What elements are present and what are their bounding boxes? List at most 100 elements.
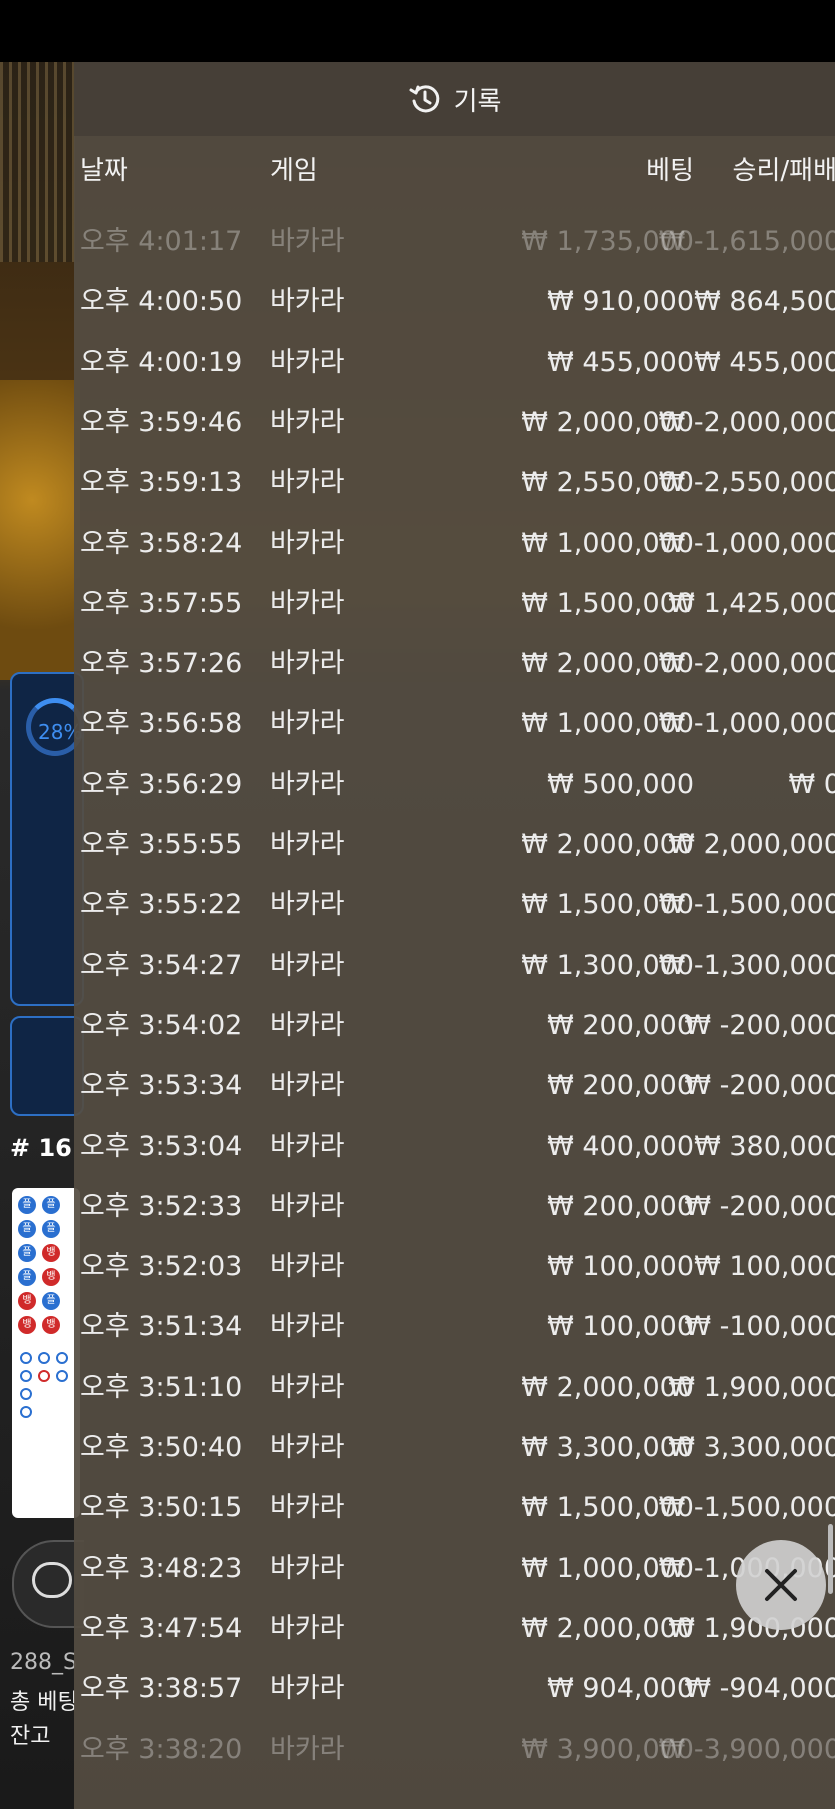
row-game: 바카라 (270, 1432, 345, 1463)
history-row: 오후 3:51:10 바카라 ₩ 2,000,000 ₩ 1,900,000 (74, 1358, 835, 1418)
history-row: 오후 3:48:23바카라₩ 1,000,000₩ -1,000,000 (74, 1539, 835, 1599)
row-result: ₩ 455,000 (694, 346, 835, 378)
chip-stack-icon (32, 1562, 72, 1598)
bead-banker: 뱅 (42, 1268, 60, 1286)
scrollbar[interactable] (828, 1524, 833, 1594)
row-result: ₩ 3,300,000 (668, 1432, 835, 1463)
history-row: 오후 3:55:55 바카라 ₩ 2,000,000 ₩ 2,000,000 (74, 815, 835, 875)
row-game: 바카라 (270, 587, 345, 619)
bead-player: 플 (42, 1220, 60, 1238)
history-row: 오후 3:59:13 바카라 ₩ 2,550,000 ₩ -2,550,000 (74, 453, 835, 513)
row-bet: ₩ 910,000 (547, 286, 694, 318)
row-time: 오후 3:38:20 (80, 1733, 243, 1765)
row-game: 바카라 (270, 768, 345, 800)
status-bar (0, 0, 835, 62)
big-road-player (20, 1388, 32, 1400)
row-game: 바카라 (270, 346, 345, 378)
row-time: 오후 3:57:26 (80, 648, 243, 680)
row-result: ₩ -1,615,000 (658, 226, 835, 257)
history-row: 오후 3:56:58 바카라 ₩ 1,000,000 ₩ -1,000,000 (74, 694, 835, 754)
row-bet: ₩ 200,000 (547, 1190, 694, 1222)
row-time: 오후 3:59:46 (80, 406, 243, 438)
history-row: 오후 3:50:15 바카라 ₩ 1,500,000 ₩ -1,500,000 (74, 1478, 835, 1538)
row-result: ₩ 380,000 (694, 1130, 835, 1162)
row-game: 바카라 (270, 1070, 345, 1102)
table-felt-decoration (0, 380, 80, 680)
big-road-player (20, 1352, 32, 1364)
row-time: 오후 3:38:57 (80, 1673, 243, 1705)
column-header-bet: 베팅 (646, 156, 694, 186)
bead-player: 플 (18, 1268, 36, 1286)
row-time: 오후 3:52:03 (80, 1251, 243, 1283)
row-result: ₩ -2,000,000 (658, 648, 835, 680)
row-game: 바카라 (270, 1371, 345, 1403)
row-time: 오후 3:56:58 (80, 708, 243, 740)
casino-lights-decoration (0, 62, 80, 262)
row-time: 오후 3:50:40 (80, 1432, 243, 1463)
close-button[interactable] (736, 1540, 826, 1630)
bead-player: 플 (18, 1220, 36, 1238)
row-time: 오후 3:50:15 (80, 1492, 243, 1524)
big-road-player (56, 1352, 68, 1364)
row-time: 오후 3:47:54 (80, 1612, 243, 1644)
column-header-game: 게임 (270, 156, 318, 186)
row-time: 오후 3:58:24 (80, 527, 243, 559)
row-bet: ₩ 100,000 (547, 1251, 694, 1283)
row-result: ₩ -1,000,000 (658, 708, 835, 740)
round-number: # 16 (10, 1134, 72, 1162)
history-row: 오후 3:54:02 바카라 ₩ 200,000 ₩ -200,000 (74, 996, 835, 1056)
history-row: 오후 3:38:57 바카라 ₩ 904,000 ₩ -904,000 (74, 1659, 835, 1719)
row-bet: ₩ 500,000 (547, 768, 694, 800)
row-game: 바카라 (270, 829, 345, 860)
row-bet: ₩ 400,000 (547, 1130, 694, 1162)
bead-player: 플 (18, 1244, 36, 1262)
row-time: 오후 3:53:34 (80, 1070, 243, 1102)
history-row: 오후 3:54:27 바카라 ₩ 1,300,000 ₩ -1,300,000 (74, 936, 835, 996)
row-result: ₩ -2,000,000 (658, 406, 835, 438)
row-game: 바카라 (270, 708, 345, 740)
row-game: 바카라 (270, 1311, 345, 1343)
column-header-date: 날짜 (80, 156, 128, 186)
row-result: ₩ -200,000 (684, 1009, 835, 1041)
balance-label: 잔고 (10, 1724, 51, 1749)
side-bet-button[interactable] (10, 1016, 84, 1116)
row-time: 오후 3:57:55 (80, 587, 243, 619)
panel-title: 기록 (453, 86, 502, 117)
player-name: 288_S (10, 1650, 77, 1675)
row-game: 바카라 (270, 1130, 345, 1162)
row-game: 바카라 (270, 1009, 345, 1041)
history-row: 오후 4:01:17 바카라 ₩ 1,735,000 ₩ -1,615,000 (74, 212, 835, 272)
history-row: 오후 4:00:19 바카라 ₩ 455,000 ₩ 455,000 (74, 333, 835, 393)
row-time: 오후 4:01:17 (80, 226, 243, 257)
row-game: 바카라 (270, 467, 345, 499)
row-result: ₩ -1,000,000 (658, 527, 835, 559)
row-result: ₩ 1,425,000 (668, 587, 835, 619)
row-time: 오후 3:52:33 (80, 1190, 243, 1222)
row-game: 바카라 (270, 889, 345, 921)
row-time: 오후 3:51:10 (80, 1371, 243, 1403)
history-row: 오후 3:53:34 바카라 ₩ 200,000 ₩ -200,000 (74, 1056, 835, 1116)
row-time: 오후 3:59:13 (80, 467, 243, 499)
row-game: 바카라 (270, 1251, 345, 1283)
bead-banker: 뱅 (18, 1316, 36, 1334)
history-row: 오후 3:53:04 바카라 ₩ 400,000 ₩ 380,000 (74, 1117, 835, 1177)
bead-banker: 뱅 (42, 1316, 60, 1334)
big-road-player (38, 1352, 50, 1364)
history-panel: 기록 날짜 게임 베팅 승리/패배 오후 4:01:17 바카라 ₩ 1,735,0… (74, 62, 835, 1809)
bead-player: 플 (42, 1196, 60, 1214)
row-game: 바카라 (270, 648, 345, 680)
row-result: ₩ -904,000 (684, 1673, 835, 1705)
row-time: 오후 3:48:23 (80, 1552, 243, 1584)
history-row: 오후 3:47:54 바카라 ₩ 2,000,000 ₩ 1,900,000 (74, 1599, 835, 1659)
row-result: ₩ 100,000 (694, 1251, 835, 1283)
row-game: 바카라 (270, 226, 345, 257)
row-result: ₩ -200,000 (684, 1190, 835, 1222)
row-result: ₩ -1,500,000 (658, 1492, 835, 1524)
row-result: ₩ -100,000 (684, 1311, 835, 1343)
history-row: 오후 4:00:50 바카라 ₩ 910,000 ₩ 864,500 (74, 272, 835, 332)
big-road-player (20, 1406, 32, 1418)
bead-banker: 뱅 (42, 1244, 60, 1262)
bead-player: 플 (18, 1196, 36, 1214)
history-row: 오후 3:57:26 바카라 ₩ 2,000,000 ₩ -2,000,000 (74, 634, 835, 694)
close-icon (765, 1569, 797, 1601)
